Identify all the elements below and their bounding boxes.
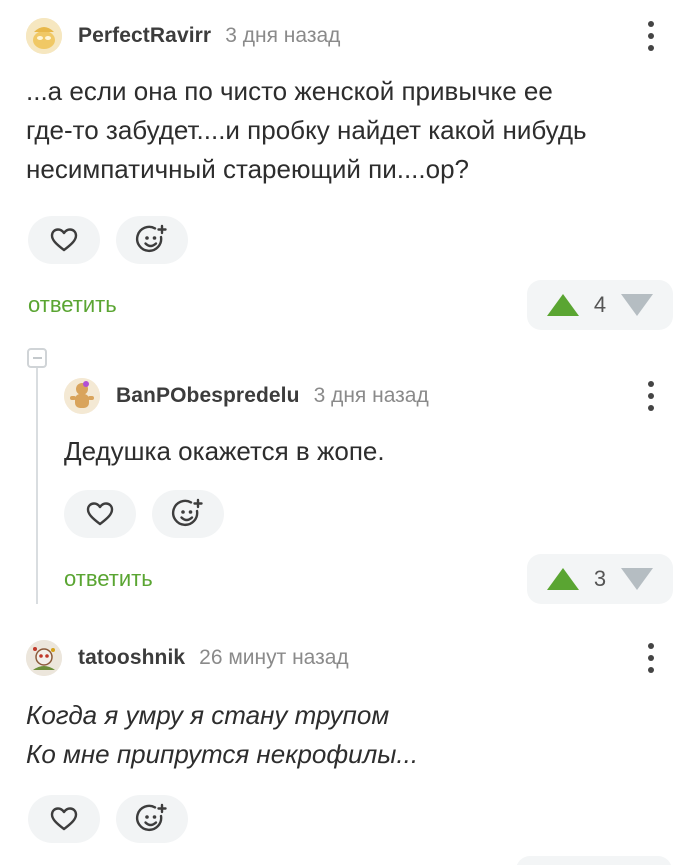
more-vertical-icon[interactable] xyxy=(641,376,661,416)
vote-control[interactable] xyxy=(516,856,672,865)
reply-link[interactable]: ответить xyxy=(64,566,153,592)
add-emoji-icon xyxy=(135,803,167,832)
user-avatar[interactable] xyxy=(26,640,62,676)
reply-link[interactable]: ответить xyxy=(28,292,117,318)
username[interactable]: PerfectRavirr xyxy=(78,24,211,48)
comment-line: Когда я умру я стану трупом xyxy=(26,700,390,730)
comment-line: ...а если она по чисто женской привычке … xyxy=(26,76,553,106)
upvote-arrow-icon[interactable] xyxy=(547,294,579,316)
thread-line[interactable] xyxy=(36,368,38,604)
comment-text: ...а если она по чисто женской привычке … xyxy=(26,72,686,189)
comment-line: несимпатичный стареющий пи....ор? xyxy=(26,154,469,184)
heart-icon xyxy=(50,807,78,831)
comment-header: PerfectRavirr 3 дня назад xyxy=(26,16,340,56)
downvote-arrow-icon[interactable] xyxy=(621,568,653,590)
vote-control: 3 xyxy=(527,554,673,604)
like-button[interactable] xyxy=(28,216,100,264)
timestamp: 26 минут назад xyxy=(199,646,349,669)
comment-header: BanPObespredelu 3 дня назад xyxy=(64,376,429,416)
vote-score: 3 xyxy=(593,566,607,591)
more-vertical-icon[interactable] xyxy=(641,16,661,56)
comment-text: Когда я умру я стану трупом Ко мне припр… xyxy=(26,696,686,774)
more-vertical-icon[interactable] xyxy=(641,638,661,678)
comment-text: Дедушка окажется в жопе. xyxy=(64,432,674,471)
reaction-button[interactable] xyxy=(152,490,224,538)
collapse-thread-icon[interactable] xyxy=(27,348,47,368)
comment-line: Ко мне припрутся некрофилы... xyxy=(26,739,419,769)
downvote-arrow-icon[interactable] xyxy=(621,294,653,316)
comment-line: Дедушка окажется в жопе. xyxy=(64,436,385,466)
like-button[interactable] xyxy=(64,490,136,538)
vote-control: 4 xyxy=(527,280,673,330)
reaction-button[interactable] xyxy=(116,795,188,843)
like-button[interactable] xyxy=(28,795,100,843)
user-avatar[interactable] xyxy=(26,18,62,54)
add-emoji-icon xyxy=(135,224,167,253)
timestamp: 3 дня назад xyxy=(225,24,341,47)
avatar-image-icon xyxy=(64,378,100,414)
add-emoji-icon xyxy=(171,498,203,527)
heart-icon xyxy=(50,228,78,252)
reaction-button[interactable] xyxy=(116,216,188,264)
timestamp: 3 дня назад xyxy=(313,384,429,407)
avatar-image-icon xyxy=(26,18,62,54)
comment-header: tatooshnik 26 минут назад xyxy=(26,638,349,678)
upvote-arrow-icon[interactable] xyxy=(547,568,579,590)
comment-line: где-то забудет....и пробку найдет какой … xyxy=(26,115,587,145)
username[interactable]: tatooshnik xyxy=(78,646,185,670)
avatar-image-icon xyxy=(26,640,62,676)
username[interactable]: BanPObespredelu xyxy=(116,384,300,408)
user-avatar[interactable] xyxy=(64,378,100,414)
vote-score: 4 xyxy=(593,292,607,317)
heart-icon xyxy=(86,502,114,526)
